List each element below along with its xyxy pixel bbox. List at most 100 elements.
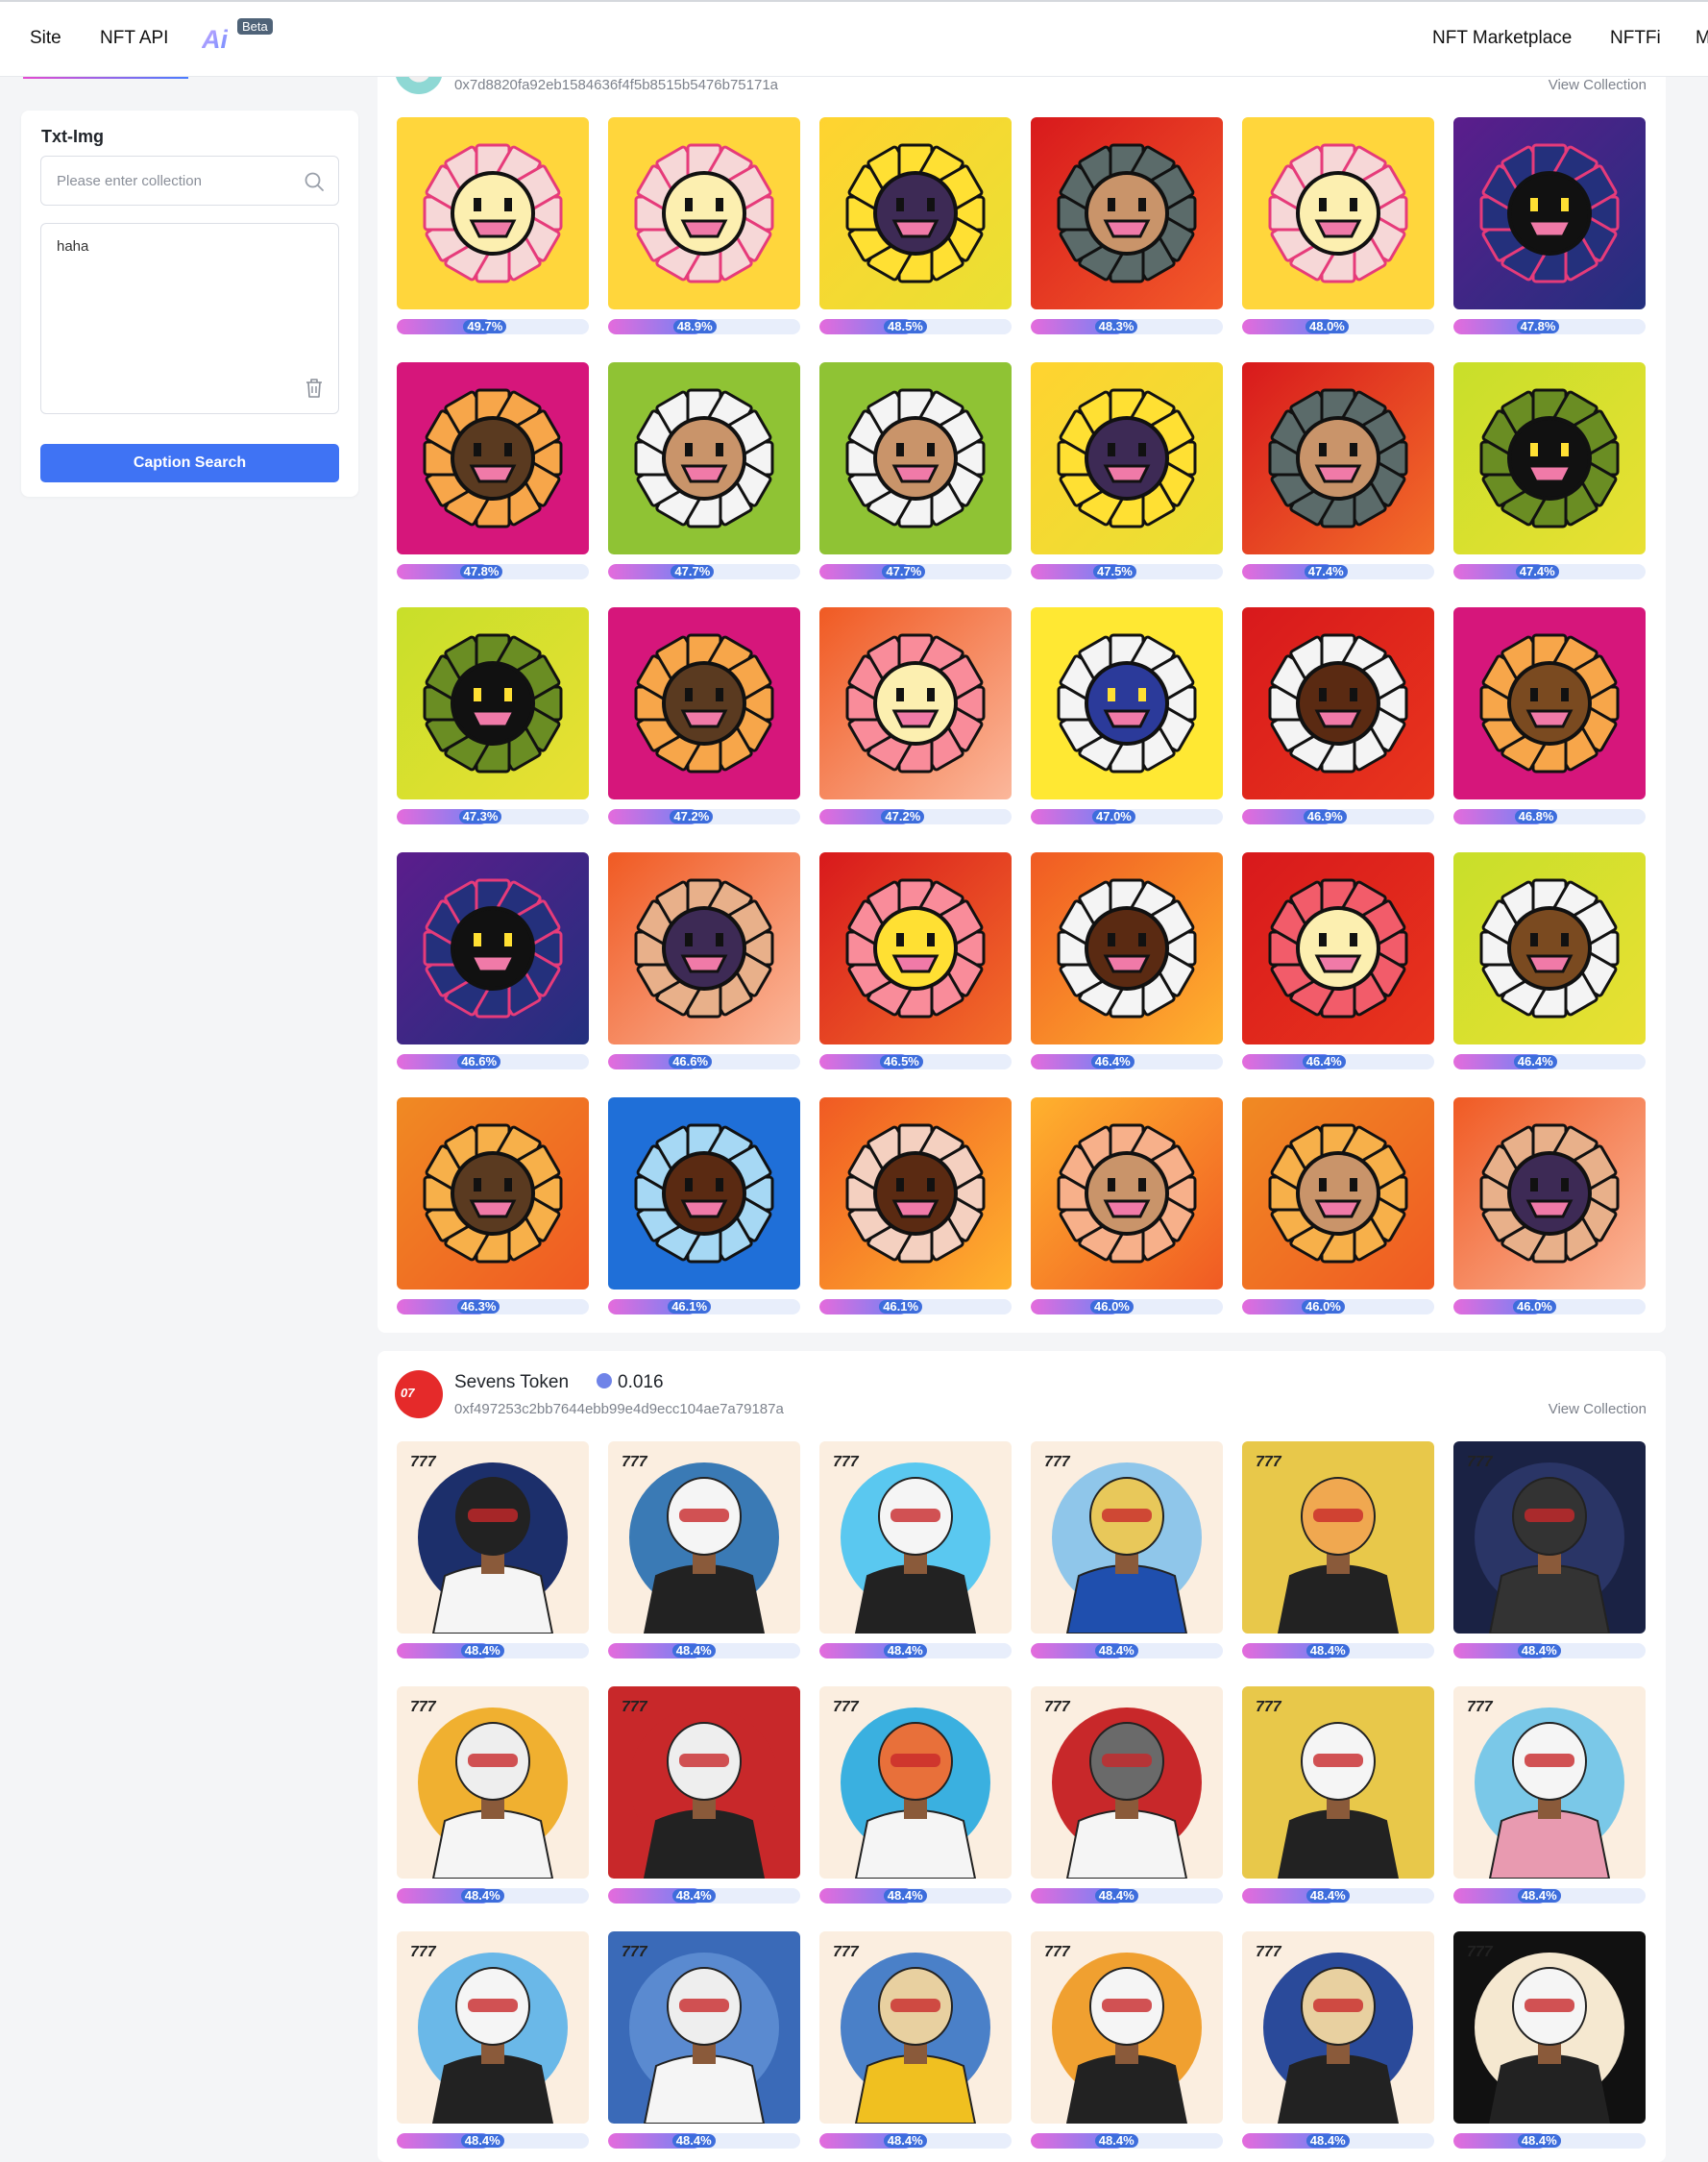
sevens-nft-card[interactable]: 777 48.4%: [1453, 1686, 1646, 1912]
nft-thumbnail[interactable]: [397, 362, 589, 554]
nft-thumbnail[interactable]: [1031, 117, 1223, 309]
flower-nft-card[interactable]: 47.8%: [397, 362, 589, 588]
nft-thumbnail[interactable]: [608, 852, 800, 1044]
nft-thumbnail[interactable]: 777: [1242, 1931, 1434, 2124]
sevens-nft-card[interactable]: 777 48.4%: [1031, 1441, 1223, 1667]
nft-thumbnail[interactable]: [1242, 852, 1434, 1044]
nft-thumbnail[interactable]: 777: [397, 1686, 589, 1879]
nft-thumbnail[interactable]: 777: [397, 1931, 589, 2124]
sevens-nft-card[interactable]: 777 48.4%: [819, 1686, 1012, 1912]
flower-nft-card[interactable]: 48.0%: [1242, 117, 1434, 343]
nft-thumbnail[interactable]: [819, 852, 1012, 1044]
flower-nft-card[interactable]: 47.2%: [608, 607, 800, 833]
nft-thumbnail[interactable]: [1242, 607, 1434, 799]
trash-icon[interactable]: [304, 377, 325, 400]
nft-thumbnail[interactable]: 777: [819, 1686, 1012, 1879]
nft-thumbnail[interactable]: [1453, 362, 1646, 554]
flower-nft-card[interactable]: 47.0%: [1031, 607, 1223, 833]
nft-thumbnail[interactable]: [397, 852, 589, 1044]
nft-thumbnail[interactable]: 777: [1453, 1686, 1646, 1879]
flower-nft-card[interactable]: 46.5%: [819, 852, 1012, 1078]
nft-thumbnail[interactable]: [819, 117, 1012, 309]
nft-thumbnail[interactable]: 777: [1242, 1441, 1434, 1634]
flower-nft-card[interactable]: 46.4%: [1242, 852, 1434, 1078]
nav-site[interactable]: Site: [30, 28, 61, 49]
flower-nft-card[interactable]: 48.5%: [819, 117, 1012, 343]
nft-thumbnail[interactable]: [1453, 852, 1646, 1044]
nft-thumbnail[interactable]: [1453, 607, 1646, 799]
caption-textarea[interactable]: haha: [40, 223, 339, 414]
sevens-nft-card[interactable]: 777 48.4%: [1453, 1931, 1646, 2157]
nft-thumbnail[interactable]: [819, 607, 1012, 799]
flower-nft-card[interactable]: 47.7%: [608, 362, 800, 588]
search-icon[interactable]: [304, 171, 325, 192]
sevens-nft-card[interactable]: 777 48.4%: [1242, 1686, 1434, 1912]
nft-thumbnail[interactable]: 777: [1242, 1686, 1434, 1879]
sevens-nft-card[interactable]: 777 48.4%: [819, 1441, 1012, 1667]
flower-nft-card[interactable]: 46.4%: [1453, 852, 1646, 1078]
flower-nft-card[interactable]: 46.3%: [397, 1097, 589, 1323]
flower-nft-card[interactable]: 47.4%: [1242, 362, 1434, 588]
view-collection-link[interactable]: View Collection: [1549, 77, 1647, 93]
flower-nft-card[interactable]: 46.8%: [1453, 607, 1646, 833]
nav-nftfi[interactable]: NFTFi: [1610, 28, 1661, 49]
sevens-nft-card[interactable]: 777 48.4%: [397, 1441, 589, 1667]
sevens-nft-card[interactable]: 777 48.4%: [397, 1686, 589, 1912]
flower-nft-card[interactable]: 46.9%: [1242, 607, 1434, 833]
flower-nft-card[interactable]: 47.2%: [819, 607, 1012, 833]
flower-nft-card[interactable]: 49.7%: [397, 117, 589, 343]
nft-thumbnail[interactable]: 777: [608, 1931, 800, 2124]
nft-thumbnail[interactable]: [1031, 1097, 1223, 1290]
flower-nft-card[interactable]: 47.4%: [1453, 362, 1646, 588]
sevens-nft-card[interactable]: 777 48.4%: [1453, 1441, 1646, 1667]
flower-nft-card[interactable]: 46.0%: [1242, 1097, 1434, 1323]
nft-thumbnail[interactable]: [1453, 1097, 1646, 1290]
flower-nft-card[interactable]: 46.1%: [608, 1097, 800, 1323]
sevens-nft-card[interactable]: 777 48.4%: [1242, 1931, 1434, 2157]
nft-thumbnail[interactable]: [397, 117, 589, 309]
nft-thumbnail[interactable]: 777: [1453, 1441, 1646, 1634]
nft-thumbnail[interactable]: 777: [819, 1931, 1012, 2124]
nft-thumbnail[interactable]: [1031, 607, 1223, 799]
flower-nft-card[interactable]: 47.8%: [1453, 117, 1646, 343]
flower-nft-card[interactable]: 47.3%: [397, 607, 589, 833]
flower-nft-card[interactable]: 46.1%: [819, 1097, 1012, 1323]
nft-thumbnail[interactable]: 777: [819, 1441, 1012, 1634]
nft-thumbnail[interactable]: [1242, 117, 1434, 309]
view-collection-link[interactable]: View Collection: [1549, 1401, 1647, 1417]
nft-thumbnail[interactable]: 777: [397, 1441, 589, 1634]
flower-nft-card[interactable]: 46.6%: [608, 852, 800, 1078]
nav-nft-api[interactable]: NFT API: [100, 28, 168, 49]
nft-thumbnail[interactable]: [397, 1097, 589, 1290]
nft-thumbnail[interactable]: [608, 1097, 800, 1290]
sevens-nft-card[interactable]: 777 48.4%: [608, 1686, 800, 1912]
ai-logo[interactable]: Ai: [202, 25, 228, 55]
flower-nft-card[interactable]: 46.0%: [1453, 1097, 1646, 1323]
sevens-nft-card[interactable]: 777 48.4%: [1242, 1441, 1434, 1667]
sevens-nft-card[interactable]: 777 48.4%: [1031, 1931, 1223, 2157]
sevens-nft-card[interactable]: 777 48.4%: [1031, 1686, 1223, 1912]
nav-more[interactable]: M: [1696, 28, 1708, 49]
flower-nft-card[interactable]: 46.6%: [397, 852, 589, 1078]
nft-thumbnail[interactable]: [397, 607, 589, 799]
flower-nft-card[interactable]: 47.7%: [819, 362, 1012, 588]
nft-thumbnail[interactable]: 777: [1031, 1686, 1223, 1879]
flower-nft-card[interactable]: 48.3%: [1031, 117, 1223, 343]
nft-thumbnail[interactable]: [608, 117, 800, 309]
collection-search-input[interactable]: [41, 157, 293, 205]
sevens-nft-card[interactable]: 777 48.4%: [608, 1931, 800, 2157]
flower-nft-card[interactable]: 46.0%: [1031, 1097, 1223, 1323]
nft-thumbnail[interactable]: [1242, 362, 1434, 554]
nft-thumbnail[interactable]: [1453, 117, 1646, 309]
nft-thumbnail[interactable]: 777: [1453, 1931, 1646, 2124]
flower-nft-card[interactable]: 48.9%: [608, 117, 800, 343]
nft-thumbnail[interactable]: 777: [1031, 1441, 1223, 1634]
sevens-nft-card[interactable]: 777 48.4%: [397, 1931, 589, 2157]
nft-thumbnail[interactable]: 777: [608, 1441, 800, 1634]
nft-thumbnail[interactable]: [1242, 1097, 1434, 1290]
caption-search-button[interactable]: Caption Search: [40, 444, 339, 482]
nft-thumbnail[interactable]: 777: [608, 1686, 800, 1879]
nav-nft-marketplace[interactable]: NFT Marketplace: [1432, 28, 1572, 49]
nft-thumbnail[interactable]: [608, 607, 800, 799]
nft-thumbnail[interactable]: [1031, 362, 1223, 554]
